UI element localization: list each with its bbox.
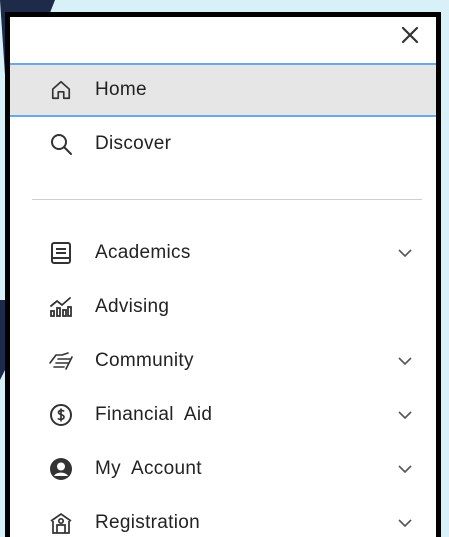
nav-item-registration[interactable]: Registration (10, 496, 436, 537)
building-icon (48, 510, 74, 536)
nav-item-label: Registration (95, 512, 200, 533)
home-icon (48, 77, 74, 103)
menu-header (10, 17, 436, 63)
nav-item-label: Discover (95, 133, 172, 154)
nav-item-financial-aid[interactable]: Financial Aid (10, 388, 436, 442)
nav-item-label: Financial Aid (95, 404, 213, 425)
nav-item-label: Academics (95, 242, 191, 263)
nav-item-discover[interactable]: Discover (10, 117, 436, 171)
nav-item-label: Advising (95, 296, 170, 317)
search-icon (48, 131, 74, 157)
close-button[interactable] (396, 21, 424, 49)
nav-item-my-account[interactable]: My Account (10, 442, 436, 496)
chevron-down-icon[interactable] (396, 244, 414, 262)
nav-item-label: Community (95, 350, 194, 371)
nav-item-home[interactable]: Home (10, 63, 436, 117)
handshake-icon (48, 348, 74, 374)
dollar-circle-icon (48, 402, 74, 428)
navigation-menu: Home Discover Academics Advising Communi… (5, 12, 441, 537)
nav-item-academics[interactable]: Academics (10, 226, 436, 280)
nav-item-community[interactable]: Community (10, 334, 436, 388)
chevron-down-icon[interactable] (396, 460, 414, 478)
chart-icon (48, 294, 74, 320)
chevron-down-icon[interactable] (396, 352, 414, 370)
chevron-down-icon[interactable] (396, 406, 414, 424)
nav-item-advising[interactable]: Advising (10, 280, 436, 334)
chevron-down-icon[interactable] (396, 514, 414, 532)
close-icon (401, 26, 419, 44)
book-icon (48, 240, 74, 266)
nav-item-label: Home (95, 79, 147, 100)
user-circle-icon (48, 456, 74, 482)
nav-item-label: My Account (95, 458, 202, 479)
